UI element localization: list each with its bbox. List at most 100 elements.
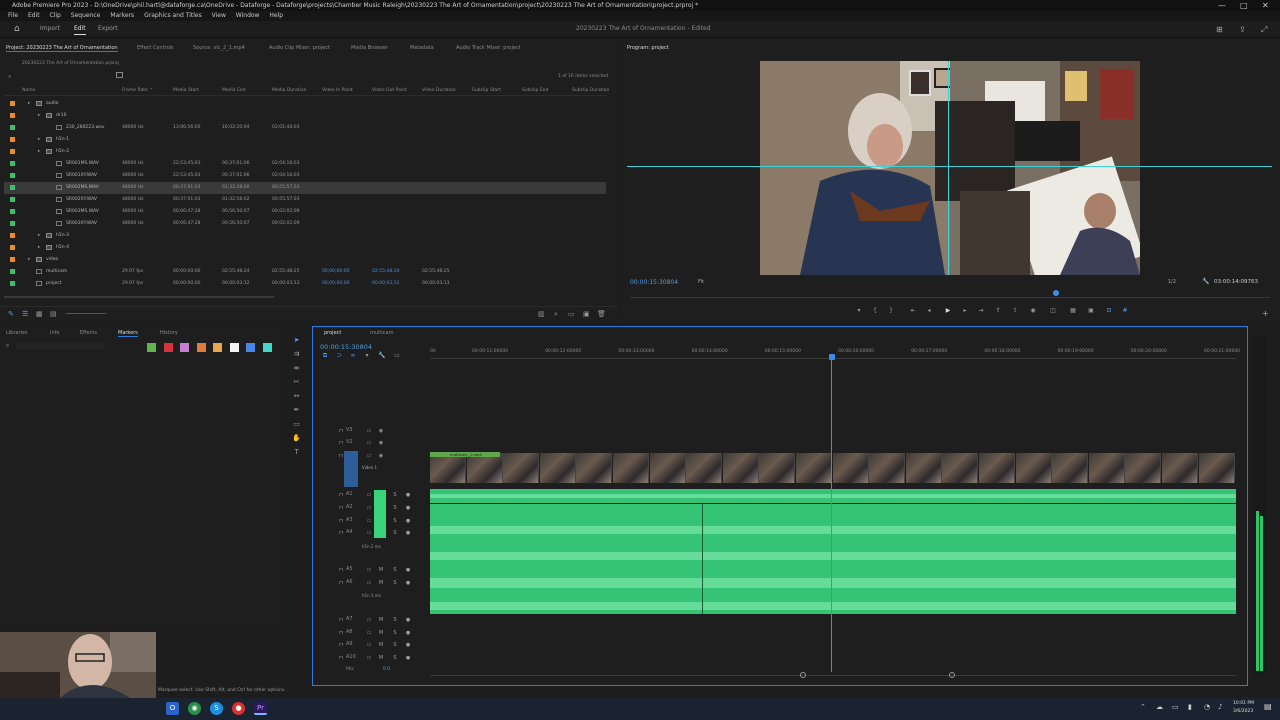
mic-icon[interactable]: ● <box>405 518 411 524</box>
marker-color-swatch[interactable] <box>147 343 156 352</box>
share-icon[interactable]: ⇪ <box>1239 25 1246 34</box>
program-monitor-tab[interactable]: Program: project <box>627 45 669 51</box>
quality-dropdown[interactable]: 1/2 <box>1168 279 1176 285</box>
tab-effect-controls[interactable]: Effect Controls <box>137 45 174 51</box>
timeline-hscroll[interactable] <box>430 675 1236 676</box>
tab-info[interactable]: Info <box>50 330 59 336</box>
menu-edit[interactable]: Edit <box>28 11 40 21</box>
linked-selection-icon[interactable]: ∞ <box>350 353 356 359</box>
track-select-tool-icon[interactable]: ⇉ <box>292 350 301 359</box>
track-label[interactable]: A4 <box>346 529 353 535</box>
lock-icon[interactable]: ⊓ <box>338 505 344 511</box>
menu-graphics[interactable]: Graphics and Titles <box>144 11 202 21</box>
guides-icon[interactable]: # <box>1122 308 1128 314</box>
project-bin-row[interactable]: ▸ audio <box>4 98 606 110</box>
freeform-view-icon[interactable]: ▤ <box>50 310 57 318</box>
mute-icon[interactable]: M <box>378 630 384 636</box>
clock-date[interactable]: 3/6/2023 <box>1233 709 1253 714</box>
extract-icon[interactable]: ⇧ <box>1012 308 1018 314</box>
label-color-chip[interactable] <box>10 233 15 238</box>
marker-color-swatch[interactable] <box>180 343 189 352</box>
battery-icon[interactable]: ▮ <box>1188 703 1192 711</box>
solo-icon[interactable]: S <box>392 518 398 524</box>
menu-view[interactable]: View <box>212 11 226 21</box>
mute-icon[interactable]: M <box>378 580 384 586</box>
col-media-duration[interactable]: Media Duration <box>272 88 307 93</box>
markers-search-icon[interactable]: ⌕ <box>6 342 9 350</box>
play-icon[interactable]: ▶ <box>945 308 951 314</box>
solo-icon[interactable]: S <box>392 505 398 511</box>
timeline-playhead-handle[interactable] <box>829 354 835 360</box>
project-item-row[interactable]: multicam 29.97 fps 00;00;00;00 02;55;48;24 0… <box>4 266 606 278</box>
menu-sequence[interactable]: Sequence <box>71 11 101 21</box>
col-media-end[interactable]: Media End <box>222 88 246 93</box>
tab-audio-clip-mixer[interactable]: Audio Clip Mixer: project <box>269 45 330 51</box>
mic-icon[interactable]: ● <box>405 492 411 498</box>
project-bin-row[interactable]: ▸ h5n-4 <box>4 242 606 254</box>
track-label[interactable]: A5 <box>346 566 353 572</box>
cell-vin[interactable]: 00;00;00;00 <box>322 281 349 286</box>
hand-tool-icon[interactable]: ✋ <box>292 434 301 443</box>
sync-lock-icon[interactable]: ▭ <box>366 518 372 524</box>
sync-lock-icon[interactable]: ▭ <box>366 642 372 648</box>
mark-out-icon[interactable]: } <box>888 308 894 314</box>
col-name[interactable]: Name <box>22 88 35 93</box>
close-button[interactable]: ✕ <box>1262 0 1269 11</box>
selection-tool-icon[interactable]: ➤ <box>292 336 301 345</box>
audio-clip-a5-a6[interactable] <box>430 566 1236 614</box>
expand-chevron-icon[interactable]: ▸ <box>28 257 30 262</box>
expand-chevron-icon[interactable]: ▸ <box>38 245 40 250</box>
chevron-up-icon[interactable]: ⌃ <box>1140 703 1146 711</box>
rectangle-tool-icon[interactable]: ▭ <box>292 420 301 429</box>
program-playhead[interactable] <box>1053 290 1059 296</box>
expand-chevron-icon[interactable]: ▸ <box>38 233 40 238</box>
sync-lock-icon[interactable]: ▭ <box>366 440 372 446</box>
solo-icon[interactable]: S <box>392 642 398 648</box>
tab-export[interactable]: Export <box>98 25 118 32</box>
lock-icon[interactable]: ⊓ <box>338 580 344 586</box>
expand-chevron-icon[interactable]: ▸ <box>38 137 40 142</box>
sync-lock-icon[interactable]: ▭ <box>366 567 372 573</box>
pen-tool-icon[interactable]: ✒ <box>292 406 301 415</box>
export-frame-icon[interactable]: ◉ <box>1030 308 1036 314</box>
cell-vout[interactable]: 02;55;48;24 <box>372 269 399 274</box>
safe-margins-icon[interactable]: ⊡ <box>1106 308 1112 314</box>
marker-color-swatch[interactable] <box>229 343 239 352</box>
tab-media-browser[interactable]: Media Browser <box>351 45 388 51</box>
label-color-chip[interactable] <box>10 269 15 274</box>
slip-tool-icon[interactable]: ↔ <box>292 392 301 401</box>
label-color-chip[interactable] <box>10 161 15 166</box>
hscroll-right-handle[interactable] <box>949 672 955 678</box>
solo-icon[interactable]: S <box>392 530 398 536</box>
tab-markers[interactable]: Markers <box>118 330 138 337</box>
icon-view-icon[interactable]: ▦ <box>36 310 43 318</box>
project-bin-row[interactable]: ▸ video <box>4 254 606 266</box>
proxy-toggle-icon[interactable]: ▣ <box>1088 308 1094 314</box>
zoom-slider[interactable] <box>66 313 106 314</box>
tab-libraries[interactable]: Libraries <box>6 330 28 336</box>
sync-lock-icon[interactable]: ▭ <box>366 505 372 511</box>
marker-color-swatch[interactable] <box>213 343 222 352</box>
lock-icon[interactable]: ⊓ <box>338 492 344 498</box>
tab-metadata[interactable]: Metadata <box>410 45 434 51</box>
lock-icon[interactable]: ⊓ <box>338 567 344 573</box>
label-color-chip[interactable] <box>10 137 15 142</box>
label-color-chip[interactable] <box>10 281 15 286</box>
lock-icon[interactable]: ⊓ <box>338 518 344 524</box>
network-icon[interactable]: ◔ <box>1204 703 1210 711</box>
solo-icon[interactable]: S <box>392 492 398 498</box>
audio-clip-a2-a4[interactable] <box>430 504 1236 566</box>
pencil-icon[interactable]: ✎ <box>8 310 14 318</box>
col-subclip-start[interactable]: Subclip Start <box>472 88 501 93</box>
minimize-button[interactable]: — <box>1218 0 1226 11</box>
project-item-row[interactable]: SR002XY.WAV 48000 Hz 00;37;01;03 01;32;58;0… <box>4 194 606 206</box>
type-tool-icon[interactable]: T <box>292 448 301 457</box>
solo-icon[interactable]: S <box>392 567 398 573</box>
step-forward-icon[interactable]: ▸ <box>962 308 968 314</box>
fullscreen-icon[interactable]: ⤢ <box>1261 25 1267 35</box>
lock-icon[interactable]: ⊓ <box>338 655 344 661</box>
expand-chevron-icon[interactable]: ▸ <box>28 101 30 106</box>
wrench-icon[interactable]: 🔧 <box>1202 278 1209 285</box>
cell-vout[interactable]: 00;00;03;12 <box>372 281 399 286</box>
mute-icon[interactable]: M <box>378 655 384 661</box>
